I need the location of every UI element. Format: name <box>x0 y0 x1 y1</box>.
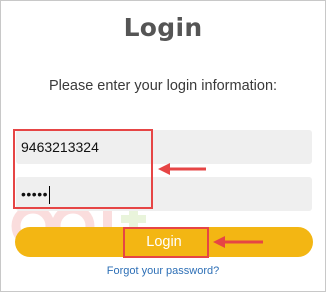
arrow-left-icon <box>158 163 206 175</box>
page-title: Login <box>123 13 203 42</box>
login-instructions: Please enter your login information: <box>48 78 278 94</box>
highlight-credentials-box <box>13 129 153 209</box>
arrow-left-icon <box>213 236 263 248</box>
highlight-login-button-box <box>123 227 209 258</box>
login-panel: Login Please enter your login informatio… <box>0 0 326 292</box>
forgot-password-link[interactable]: Forgot your password? <box>1 265 325 277</box>
